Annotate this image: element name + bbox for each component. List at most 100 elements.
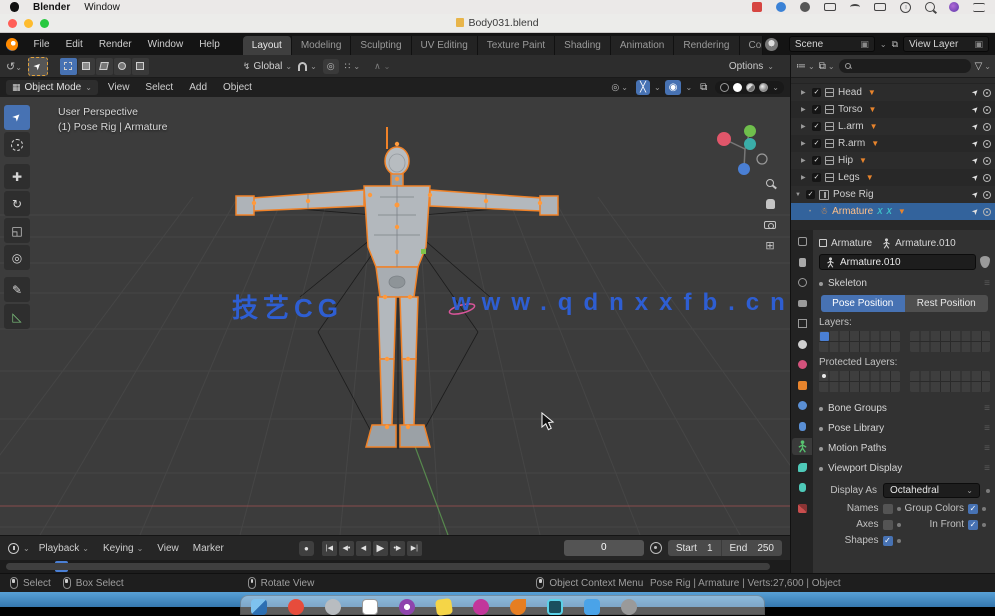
cursor-tool[interactable] (4, 132, 30, 157)
breadcrumb-object[interactable]: Armature (831, 238, 872, 249)
properties-editor-icon[interactable] (792, 233, 812, 250)
transform-tool[interactable]: ◎ (4, 245, 30, 270)
outliner-display-mode[interactable]: ⧉⌄ (819, 61, 835, 72)
animation-icon[interactable]: X (887, 207, 892, 216)
outliner-editor-icon[interactable]: ≔⌄ (796, 61, 815, 72)
control-center-icon[interactable] (973, 3, 985, 12)
menu-keying[interactable]: Keying⌄ (98, 543, 148, 554)
hide-viewport-icon[interactable] (983, 157, 991, 165)
outliner-row-torso[interactable]: ▶ ✓ Torso ▼ ➤ (791, 101, 995, 118)
measure-tool[interactable]: ◺ (4, 304, 30, 329)
zoom-icon[interactable] (766, 179, 774, 187)
checkbox-icon[interactable]: ✓ (812, 156, 821, 165)
tab-object-data[interactable] (792, 438, 812, 455)
select-mode-tweak[interactable] (60, 58, 77, 75)
falloff-dropdown[interactable]: ∧ ⌄ (374, 61, 390, 72)
jump-to-end-button[interactable]: ▶| (407, 541, 422, 556)
tab-constraints[interactable] (792, 418, 812, 435)
tab-world[interactable] (792, 356, 812, 373)
tab-animation[interactable]: Animation (611, 36, 674, 55)
start-frame-field[interactable]: Start1 (668, 543, 721, 554)
tab-layout[interactable]: Layout (243, 36, 292, 55)
tab-render[interactable] (792, 274, 812, 291)
transform-orientation-dropdown[interactable]: ↯ Global ⌄ (243, 61, 292, 72)
auto-keyframe-icon[interactable] (650, 542, 662, 554)
shading-rendered-button[interactable] (759, 83, 768, 92)
outliner-filter-button[interactable]: ▽⌄ (975, 61, 991, 72)
checkbox-icon[interactable]: ✓ (812, 105, 821, 114)
scale-tool[interactable]: ◱ (4, 218, 30, 243)
selectable-icon[interactable]: ➤ (970, 172, 981, 183)
outliner-row-pose-rig[interactable]: ▼ ✓ Pose Rig ➤ (791, 186, 995, 203)
menu-object[interactable]: Object (217, 82, 258, 93)
tab-tool[interactable] (792, 254, 812, 271)
pan-hand-icon[interactable] (766, 199, 775, 209)
wifi-icon[interactable] (850, 4, 860, 10)
tab-view-layer[interactable] (792, 315, 812, 332)
shading-dropdown-icon[interactable]: ⌄ (772, 83, 779, 92)
menu-view-timeline[interactable]: View (152, 543, 184, 554)
menu-file[interactable]: File (26, 37, 56, 52)
dock-terminal-icon[interactable] (547, 599, 563, 615)
animate-dot[interactable] (897, 523, 901, 527)
selectable-icon[interactable]: ➤ (970, 87, 981, 98)
outliner-search-input[interactable] (839, 59, 971, 73)
scene-selector[interactable]: Scene ▣ (789, 36, 875, 52)
menu-help[interactable]: Help (192, 37, 227, 52)
dock-photos-icon[interactable] (362, 599, 378, 615)
animate-dot[interactable] (982, 507, 986, 511)
tab-scene[interactable] (792, 336, 812, 353)
collapse-arrow-icon[interactable]: ▼ (795, 192, 802, 198)
dock-app-magenta-icon[interactable] (473, 599, 489, 615)
select-mode-circle[interactable] (96, 58, 113, 75)
pose-position-button[interactable]: Pose Position (821, 295, 905, 312)
hide-viewport-icon[interactable] (983, 106, 991, 114)
fake-user-shield-icon[interactable] (980, 256, 990, 268)
overlays-dropdown-icon[interactable]: ⌄ (685, 83, 692, 92)
hide-viewport-icon[interactable] (983, 208, 991, 216)
expand-arrow-icon[interactable]: ▶ (801, 106, 808, 113)
mode-selector[interactable]: ▦ Object Mode ⌄ (6, 80, 98, 95)
annotate-tool[interactable]: ✎ (4, 277, 30, 302)
axes-checkbox[interactable] (883, 520, 893, 530)
menu-render[interactable]: Render (92, 37, 139, 52)
layers-grid-left[interactable] (819, 331, 900, 352)
in-front-checkbox[interactable]: ✓ (968, 520, 978, 530)
tab-rendering[interactable]: Rendering (674, 36, 739, 55)
tab-uv-editing[interactable]: UV Editing (412, 36, 478, 55)
tab-texture-paint[interactable]: Texture Paint (478, 36, 555, 55)
camera-view-icon[interactable] (764, 221, 776, 229)
tab-shading[interactable]: Shading (555, 36, 611, 55)
menu-view[interactable]: View (102, 82, 136, 93)
menubar-app-menu[interactable]: Blender (33, 2, 70, 13)
scene-dropdown-icon[interactable]: ⌄ (880, 40, 887, 49)
dock-app-gray-icon[interactable] (325, 599, 341, 615)
outliner-row-armature-selected[interactable]: • ☃ Armature X X ▼ ➤ (791, 203, 995, 220)
animate-dot[interactable] (982, 523, 986, 527)
shapes-checkbox[interactable]: ✓ (883, 536, 893, 546)
gizmos-dropdown-icon[interactable]: ⌄ (654, 83, 661, 92)
select-mode-box[interactable] (78, 58, 95, 75)
selectable-icon[interactable]: ➤ (970, 121, 981, 132)
armature-name-field[interactable]: Armature.010 (819, 254, 976, 270)
proportional-edit-dropdown[interactable]: ∷ ⌄ (345, 61, 360, 72)
animate-dot[interactable] (897, 539, 901, 543)
tab-bone[interactable] (792, 459, 812, 476)
selectable-icon[interactable]: ➤ (970, 104, 981, 115)
timeline-scrollbar[interactable] (6, 563, 770, 570)
select-mode-extra[interactable] (132, 58, 149, 75)
section-bone-groups[interactable]: Bone Groups≡ (819, 400, 990, 417)
hide-viewport-icon[interactable] (983, 123, 991, 131)
menu-add[interactable]: Add (183, 82, 213, 93)
dock-app-red-icon[interactable] (288, 599, 304, 615)
checkbox-icon[interactable]: ✓ (812, 88, 821, 97)
end-frame-field[interactable]: End250 (722, 543, 782, 554)
checkbox-icon[interactable]: ✓ (812, 139, 821, 148)
overlays-toggle[interactable]: ◉ (665, 80, 682, 95)
record-button[interactable]: ● (299, 541, 314, 556)
selectable-icon[interactable]: ➤ (970, 138, 981, 149)
current-frame-field[interactable]: 0 (564, 540, 644, 556)
gizmos-toggle[interactable]: ╳ (636, 80, 650, 95)
tab-object[interactable] (792, 377, 812, 394)
protected-grid-left[interactable] (819, 371, 900, 392)
